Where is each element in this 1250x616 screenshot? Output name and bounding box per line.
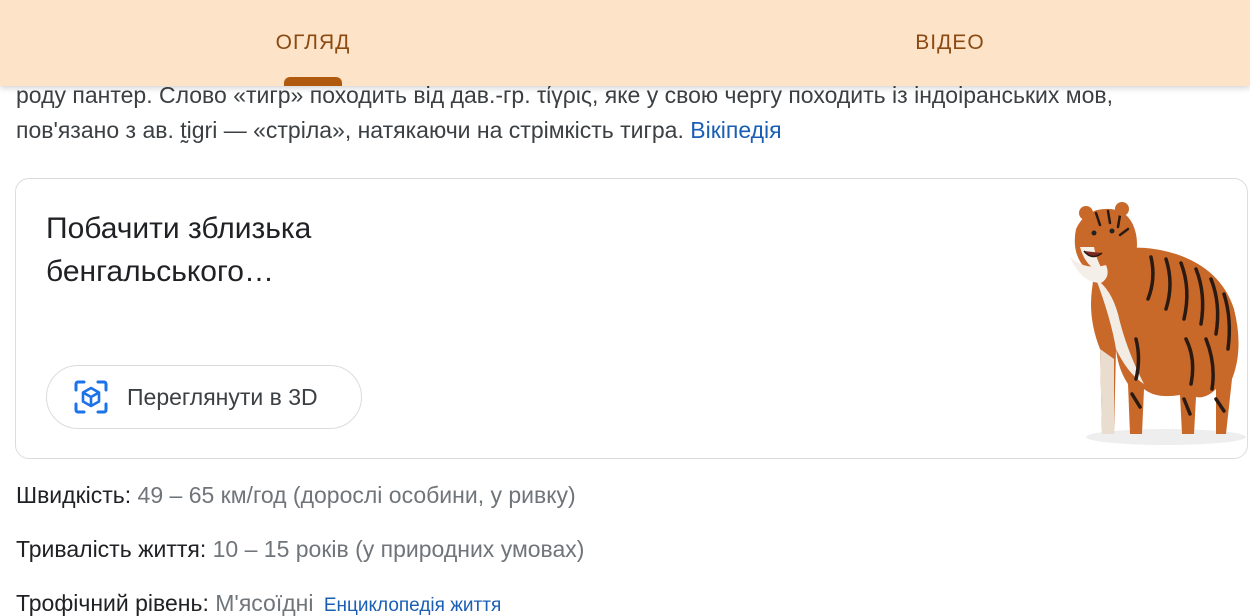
tab-video[interactable]: ВІДЕО xyxy=(835,0,1065,86)
description-line-2-text: пов'язано з ав. t̰igri — «стріла», натяк… xyxy=(16,117,684,143)
fact-trophic-label: Трофічний рівень: xyxy=(16,590,209,616)
fact-trophic-value: М'ясоїдні xyxy=(215,590,314,616)
fact-speed-label: Швидкість: xyxy=(16,482,132,508)
active-tab-indicator xyxy=(284,77,342,86)
wikipedia-link[interactable]: Вікіпедія xyxy=(690,117,781,143)
fact-lifespan-label: Тривалість життя: xyxy=(16,536,207,562)
fact-trophic-level: Трофічний рівень: М'ясоїдні Енциклопедія… xyxy=(16,588,501,616)
tab-overview[interactable]: ОГЛЯД xyxy=(198,0,428,86)
view-3d-card[interactable]: Побачити зблизька бенгальського… Перегля… xyxy=(15,178,1248,459)
tab-bar: ОГЛЯД ВІДЕО xyxy=(0,0,1250,86)
card-title: Побачити зблизька бенгальського… xyxy=(46,212,312,288)
fact-lifespan: Тривалість життя: 10 – 15 років (у приро… xyxy=(16,534,584,564)
fact-speed: Швидкість: 49 – 65 км/год (дорослі особи… xyxy=(16,480,576,510)
cube-3d-icon xyxy=(73,379,109,415)
view-in-3d-label: Переглянути в 3D xyxy=(127,383,318,410)
description-paragraph: роду пантер. Слово «тигр» походить від д… xyxy=(16,78,1246,148)
encyclopedia-of-life-link[interactable]: Енциклопедія життя xyxy=(324,595,501,616)
fact-lifespan-value: 10 – 15 років (у природних умовах) xyxy=(212,536,585,562)
page: роду пантер. Слово «тигр» походить від д… xyxy=(0,0,1250,616)
description-line-2: пов'язано з ав. t̰igri — «стріла», натяк… xyxy=(16,113,1246,148)
fact-speed-value: 49 – 65 км/год (дорослі особини, у ривку… xyxy=(137,482,576,508)
view-in-3d-button[interactable]: Переглянути в 3D xyxy=(46,365,362,429)
tiger-3d-image xyxy=(1070,202,1246,445)
